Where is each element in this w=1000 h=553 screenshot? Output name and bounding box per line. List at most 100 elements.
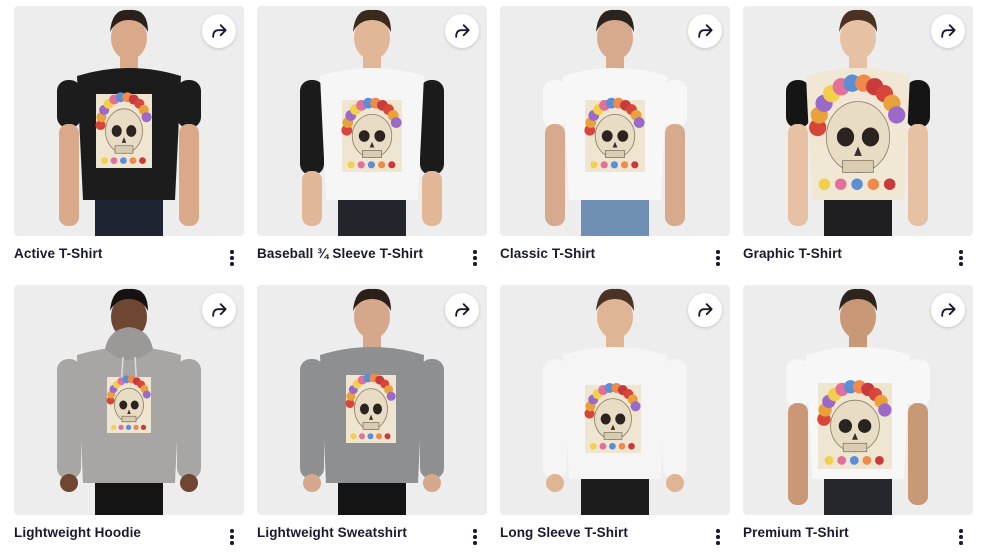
- share-button[interactable]: [445, 293, 479, 327]
- skull-eye: [360, 403, 369, 415]
- flower: [129, 157, 137, 164]
- skull-eye: [861, 127, 880, 147]
- product-title[interactable]: Classic T-Shirt: [500, 246, 595, 261]
- product-image[interactable]: [500, 6, 730, 236]
- flower: [874, 455, 884, 465]
- right-sleeve: [177, 359, 201, 479]
- more-options-button[interactable]: [708, 246, 728, 270]
- share-arrow-icon: [698, 303, 713, 317]
- flower: [347, 161, 355, 169]
- product-image[interactable]: [500, 285, 730, 515]
- left-arm: [788, 124, 808, 226]
- flower: [837, 455, 847, 465]
- flower: [142, 390, 151, 399]
- skull-teeth: [605, 150, 625, 158]
- share-arrow-icon: [455, 303, 470, 317]
- product-card-lightweight-hoodie[interactable]: Lightweight Hoodie: [14, 285, 244, 549]
- right-sleeve: [420, 80, 444, 175]
- product-card-premium-tshirt[interactable]: Premium T-Shirt: [743, 285, 973, 549]
- left-hand: [60, 474, 78, 492]
- share-arrow-icon: [941, 24, 956, 38]
- skull-eye: [600, 413, 611, 425]
- more-options-button[interactable]: [222, 246, 242, 270]
- share-button[interactable]: [688, 293, 722, 327]
- product-card-graphic-tshirt[interactable]: Graphic T-Shirt: [743, 6, 973, 270]
- product-title[interactable]: Long Sleeve T-Shirt: [500, 525, 628, 540]
- vertical-ellipsis-icon: [473, 250, 477, 254]
- right-hand: [423, 474, 441, 492]
- flower: [600, 161, 608, 169]
- share-button[interactable]: [202, 14, 236, 48]
- flower: [862, 455, 872, 465]
- left-hand: [546, 474, 564, 492]
- more-options-button[interactable]: [951, 525, 971, 549]
- product-card-active-tshirt[interactable]: Active T-Shirt: [14, 6, 244, 270]
- flower: [110, 424, 117, 431]
- vertical-ellipsis-icon: [959, 250, 963, 254]
- flower: [110, 157, 118, 164]
- more-options-button[interactable]: [708, 525, 728, 549]
- product-card-long-sleeve-tshirt[interactable]: Long Sleeve T-Shirt: [500, 285, 730, 549]
- skull-teeth: [362, 422, 380, 430]
- left-sleeve: [57, 359, 81, 479]
- flower: [140, 424, 147, 431]
- vertical-ellipsis-icon: [473, 529, 477, 533]
- flower: [630, 401, 641, 412]
- flower: [384, 433, 391, 440]
- skull-eye: [373, 403, 382, 415]
- right-arm: [665, 124, 685, 226]
- flower: [818, 178, 831, 190]
- more-options-button[interactable]: [465, 525, 485, 549]
- skull-teeth: [842, 442, 868, 453]
- product-image[interactable]: [14, 6, 244, 236]
- share-button[interactable]: [931, 14, 965, 48]
- flower: [386, 391, 396, 401]
- left-arm: [545, 124, 565, 226]
- product-image[interactable]: [743, 285, 973, 515]
- skull-eye: [119, 400, 128, 410]
- left-sleeve: [543, 359, 567, 479]
- product-image[interactable]: [257, 6, 487, 236]
- left-sleeve: [300, 80, 324, 175]
- more-options-button[interactable]: [951, 246, 971, 270]
- flower: [628, 442, 635, 450]
- product-title[interactable]: Active T-Shirt: [14, 246, 102, 261]
- product-card-lightweight-sweatshirt[interactable]: Lightweight Sweatshirt: [257, 285, 487, 549]
- product-title[interactable]: Premium T-Shirt: [743, 525, 849, 540]
- product-title[interactable]: Baseball ¾ Sleeve T-Shirt: [257, 246, 423, 261]
- flower: [590, 442, 597, 450]
- right-arm: [179, 124, 199, 226]
- skull-eye: [358, 130, 370, 142]
- flower: [139, 157, 146, 164]
- share-button[interactable]: [931, 293, 965, 327]
- product-image[interactable]: [257, 285, 487, 515]
- skull-teeth: [114, 145, 134, 154]
- more-options-button[interactable]: [465, 246, 485, 270]
- right-arm: [908, 403, 928, 505]
- vertical-ellipsis-icon: [230, 250, 234, 254]
- product-card-baseball-tshirt[interactable]: Baseball ¾ Sleeve T-Shirt: [257, 6, 487, 270]
- more-options-button[interactable]: [222, 525, 242, 549]
- flower: [367, 161, 375, 169]
- product-image[interactable]: [14, 285, 244, 515]
- share-arrow-icon: [941, 303, 956, 317]
- skull-eye: [838, 419, 853, 433]
- product-title[interactable]: Graphic T-Shirt: [743, 246, 842, 261]
- flower: [824, 455, 834, 465]
- left-sleeve: [786, 80, 810, 128]
- product-image[interactable]: [743, 6, 973, 236]
- skull-eye: [617, 130, 629, 142]
- product-title[interactable]: Lightweight Sweatshirt: [257, 525, 407, 540]
- share-button[interactable]: [688, 14, 722, 48]
- flower: [610, 161, 618, 169]
- product-card-classic-tshirt[interactable]: Classic T-Shirt: [500, 6, 730, 270]
- left-hand: [303, 474, 321, 492]
- skull-teeth: [842, 160, 874, 173]
- right-sleeve: [906, 80, 930, 128]
- share-button[interactable]: [445, 14, 479, 48]
- share-button[interactable]: [202, 293, 236, 327]
- product-title[interactable]: Lightweight Hoodie: [14, 525, 141, 540]
- flower: [590, 161, 598, 169]
- flower: [834, 178, 847, 190]
- flower: [388, 161, 396, 169]
